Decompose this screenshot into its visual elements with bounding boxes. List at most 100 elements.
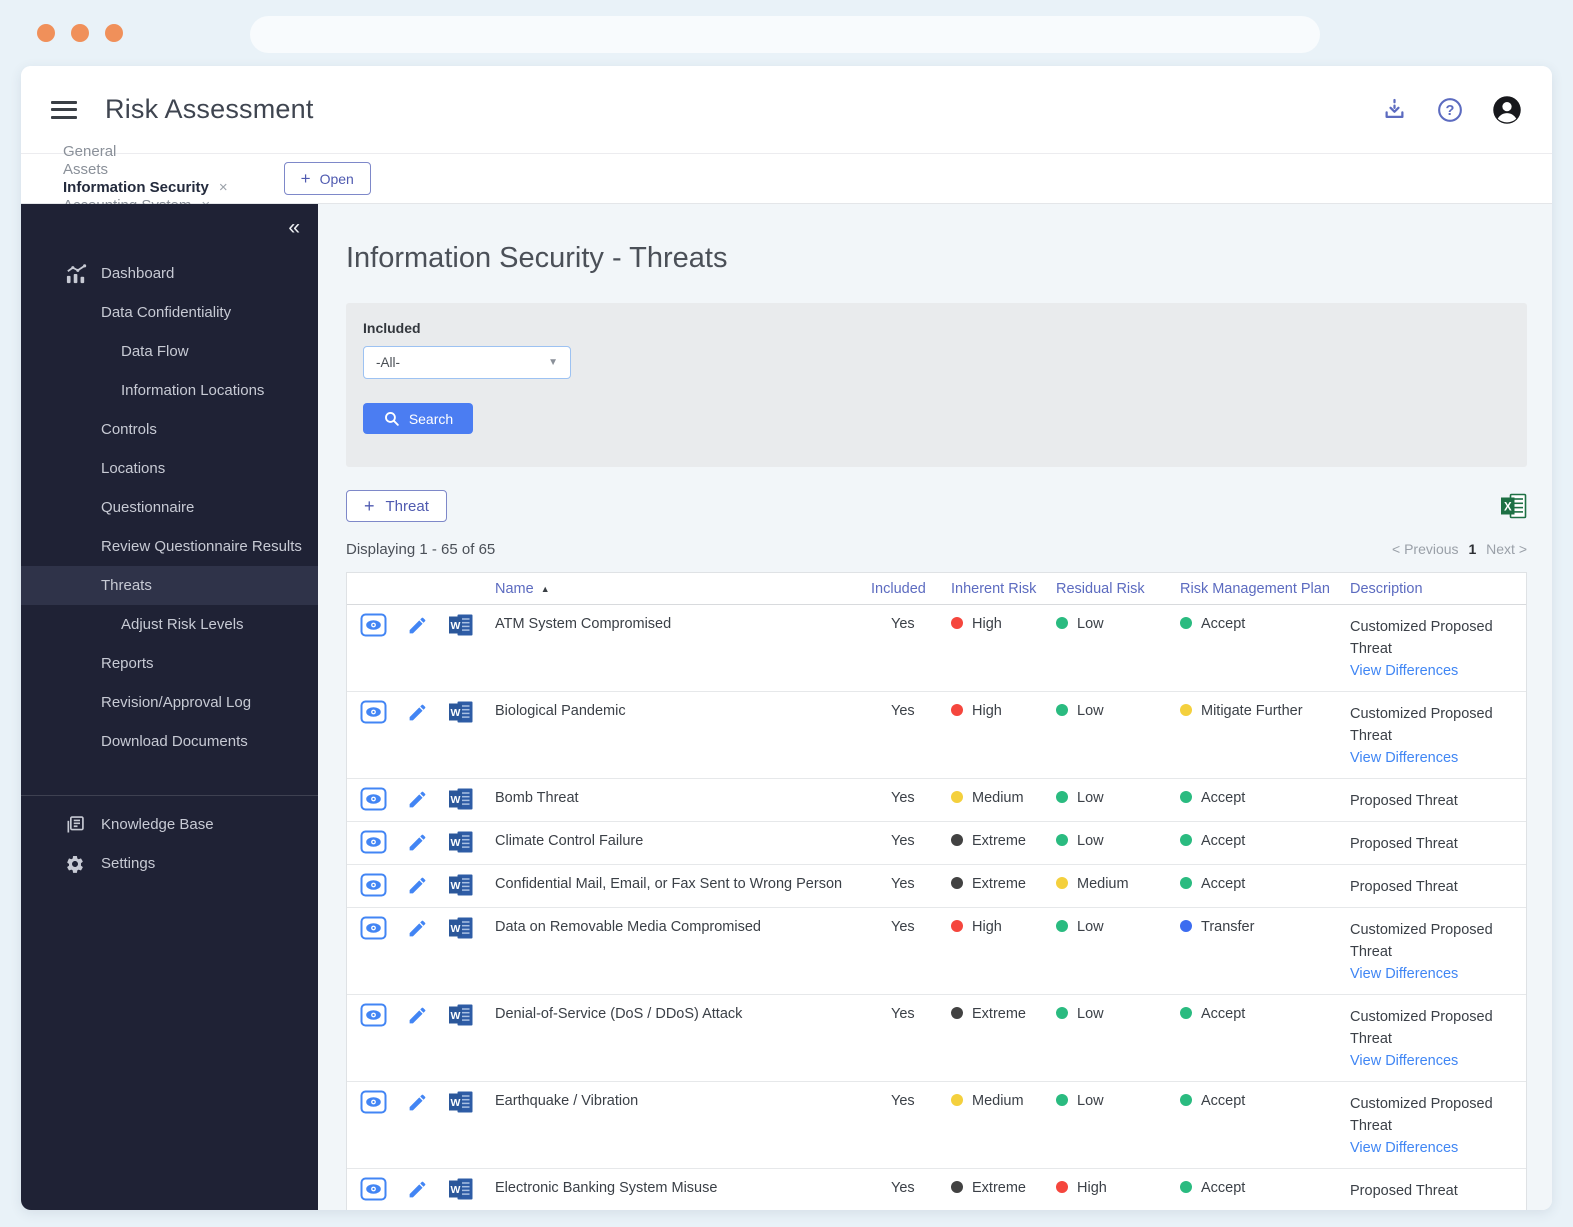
sidebar-collapse-icon[interactable]: « <box>288 216 300 240</box>
sidebar-item-review-questionnaire-results[interactable]: Review Questionnaire Results <box>21 527 318 566</box>
edit-pencil-icon[interactable] <box>407 1005 428 1026</box>
sidebar-item-data-confidentiality[interactable]: Data Confidentiality <box>21 293 318 332</box>
pagination-current-page[interactable]: 1 <box>1468 541 1476 557</box>
word-document-icon[interactable]: W <box>448 787 474 811</box>
threat-name: Biological Pandemic <box>487 691 863 779</box>
tab-label: General <box>63 142 117 160</box>
tab-assets[interactable]: Assets <box>63 161 228 179</box>
column-header-included[interactable]: Included <box>863 573 943 605</box>
preview-icon[interactable] <box>360 1090 387 1114</box>
risk-dot <box>1056 1007 1068 1019</box>
sidebar-item-revision-approval-log[interactable]: Revision/Approval Log <box>21 683 318 722</box>
sidebar-item-knowledge-base[interactable]: Knowledge Base <box>21 805 318 844</box>
open-tab-button[interactable]: + Open <box>283 162 371 195</box>
residual-risk-cell: Low <box>1048 821 1172 865</box>
description-cell: Proposed Threat <box>1342 1168 1526 1210</box>
word-document-icon[interactable]: W <box>448 1177 474 1201</box>
sidebar-item-information-locations[interactable]: Information Locations <box>21 371 318 410</box>
edit-pencil-icon[interactable] <box>407 918 428 939</box>
risk-dot <box>951 1181 963 1193</box>
sidebar-divider <box>21 795 318 796</box>
preview-icon[interactable] <box>360 1003 387 1027</box>
pagination-next[interactable]: Next > <box>1486 541 1527 557</box>
risk-dot <box>951 834 963 846</box>
sidebar-item-label: Dashboard <box>101 265 175 282</box>
view-differences-link[interactable]: View Differences <box>1350 660 1458 682</box>
description-cell: Proposed Threat <box>1342 778 1526 822</box>
risk-plan-cell: Accept <box>1172 605 1342 692</box>
browser-address-bar[interactable] <box>250 16 1320 53</box>
edit-pencil-icon[interactable] <box>407 832 428 853</box>
table-row: W ATM System Compromised Yes High Low Ac… <box>347 605 1526 692</box>
residual-risk-cell: Low <box>1048 778 1172 822</box>
description-cell: Customized Proposed Threat View Differen… <box>1342 691 1526 779</box>
preview-icon[interactable] <box>360 787 387 811</box>
word-document-icon[interactable]: W <box>448 873 474 897</box>
export-excel-icon[interactable]: X <box>1500 493 1527 519</box>
tab-information-security[interactable]: Information Security × <box>61 179 228 211</box>
edit-pencil-icon[interactable] <box>407 1179 428 1200</box>
sidebar-item-settings[interactable]: Settings <box>21 844 318 883</box>
risk-dot <box>1180 1007 1192 1019</box>
table-row: W Denial-of-Service (DoS / DDoS) Attack … <box>347 994 1526 1082</box>
view-differences-link[interactable]: View Differences <box>1350 747 1458 769</box>
add-threat-button[interactable]: + Threat <box>346 490 447 522</box>
view-differences-link[interactable]: View Differences <box>1350 1050 1458 1072</box>
column-header-inherent-risk[interactable]: Inherent Risk <box>943 573 1048 605</box>
word-document-icon[interactable]: W <box>448 1003 474 1027</box>
window-control-dot[interactable] <box>71 24 89 42</box>
preview-icon[interactable] <box>360 873 387 897</box>
sidebar-item-download-documents[interactable]: Download Documents <box>21 722 318 761</box>
tab-general[interactable]: General <box>63 143 228 161</box>
plus-icon: + <box>300 169 311 188</box>
edit-pencil-icon[interactable] <box>407 875 428 896</box>
sidebar-item-label: Reports <box>101 655 154 672</box>
help-icon[interactable]: ? <box>1436 96 1464 124</box>
sidebar-item-threats[interactable]: Threats <box>21 566 318 605</box>
preview-icon[interactable] <box>360 830 387 854</box>
view-differences-link[interactable]: View Differences <box>1350 1137 1458 1159</box>
included-value: Yes <box>863 1168 943 1210</box>
edit-pencil-icon[interactable] <box>407 702 428 723</box>
sidebar-item-questionnaire[interactable]: Questionnaire <box>21 488 318 527</box>
download-icon[interactable] <box>1381 96 1408 123</box>
plus-icon: + <box>364 496 375 516</box>
word-document-icon[interactable]: W <box>448 830 474 854</box>
word-document-icon[interactable]: W <box>448 700 474 724</box>
sidebar-item-locations[interactable]: Locations <box>21 449 318 488</box>
sidebar-item-adjust-risk-levels[interactable]: Adjust Risk Levels <box>21 605 318 644</box>
hamburger-menu-icon[interactable] <box>51 100 77 119</box>
sidebar-item-data-flow[interactable]: Data Flow <box>21 332 318 371</box>
view-differences-link[interactable]: View Differences <box>1350 963 1458 985</box>
preview-icon[interactable] <box>360 1177 387 1201</box>
sidebar-item-reports[interactable]: Reports <box>21 644 318 683</box>
search-button[interactable]: Search <box>363 403 473 434</box>
edit-pencil-icon[interactable] <box>407 789 428 810</box>
tab-close-icon[interactable]: × <box>219 179 228 196</box>
column-header-description[interactable]: Description <box>1342 573 1526 605</box>
sidebar-item-label: Review Questionnaire Results <box>101 538 302 555</box>
word-document-icon[interactable]: W <box>448 1090 474 1114</box>
word-document-icon[interactable]: W <box>448 613 474 637</box>
svg-text:X: X <box>1504 501 1512 513</box>
included-filter-select[interactable]: -All- ▼ <box>363 346 571 379</box>
edit-pencil-icon[interactable] <box>407 615 428 636</box>
preview-icon[interactable] <box>360 613 387 637</box>
column-header-residual-risk[interactable]: Residual Risk <box>1048 573 1172 605</box>
sidebar-item-label: Questionnaire <box>101 499 195 516</box>
preview-icon[interactable] <box>360 700 387 724</box>
pagination-previous[interactable]: < Previous <box>1392 541 1459 557</box>
preview-icon[interactable] <box>360 916 387 940</box>
sidebar-item-controls[interactable]: Controls <box>21 410 318 449</box>
column-header-name[interactable]: Name ▲ <box>487 573 863 605</box>
description-text: Customized Proposed Threat <box>1350 1096 1493 1134</box>
sidebar-item-dashboard[interactable]: Dashboard <box>21 254 318 293</box>
description-text: Proposed Threat <box>1350 1183 1458 1199</box>
window-control-dot[interactable] <box>37 24 55 42</box>
table-row: W Earthquake / Vibration Yes Medium Low … <box>347 1081 1526 1169</box>
column-header-risk-management-plan[interactable]: Risk Management Plan <box>1172 573 1342 605</box>
window-control-dot[interactable] <box>105 24 123 42</box>
word-document-icon[interactable]: W <box>448 916 474 940</box>
edit-pencil-icon[interactable] <box>407 1092 428 1113</box>
account-avatar-icon[interactable] <box>1492 95 1522 125</box>
